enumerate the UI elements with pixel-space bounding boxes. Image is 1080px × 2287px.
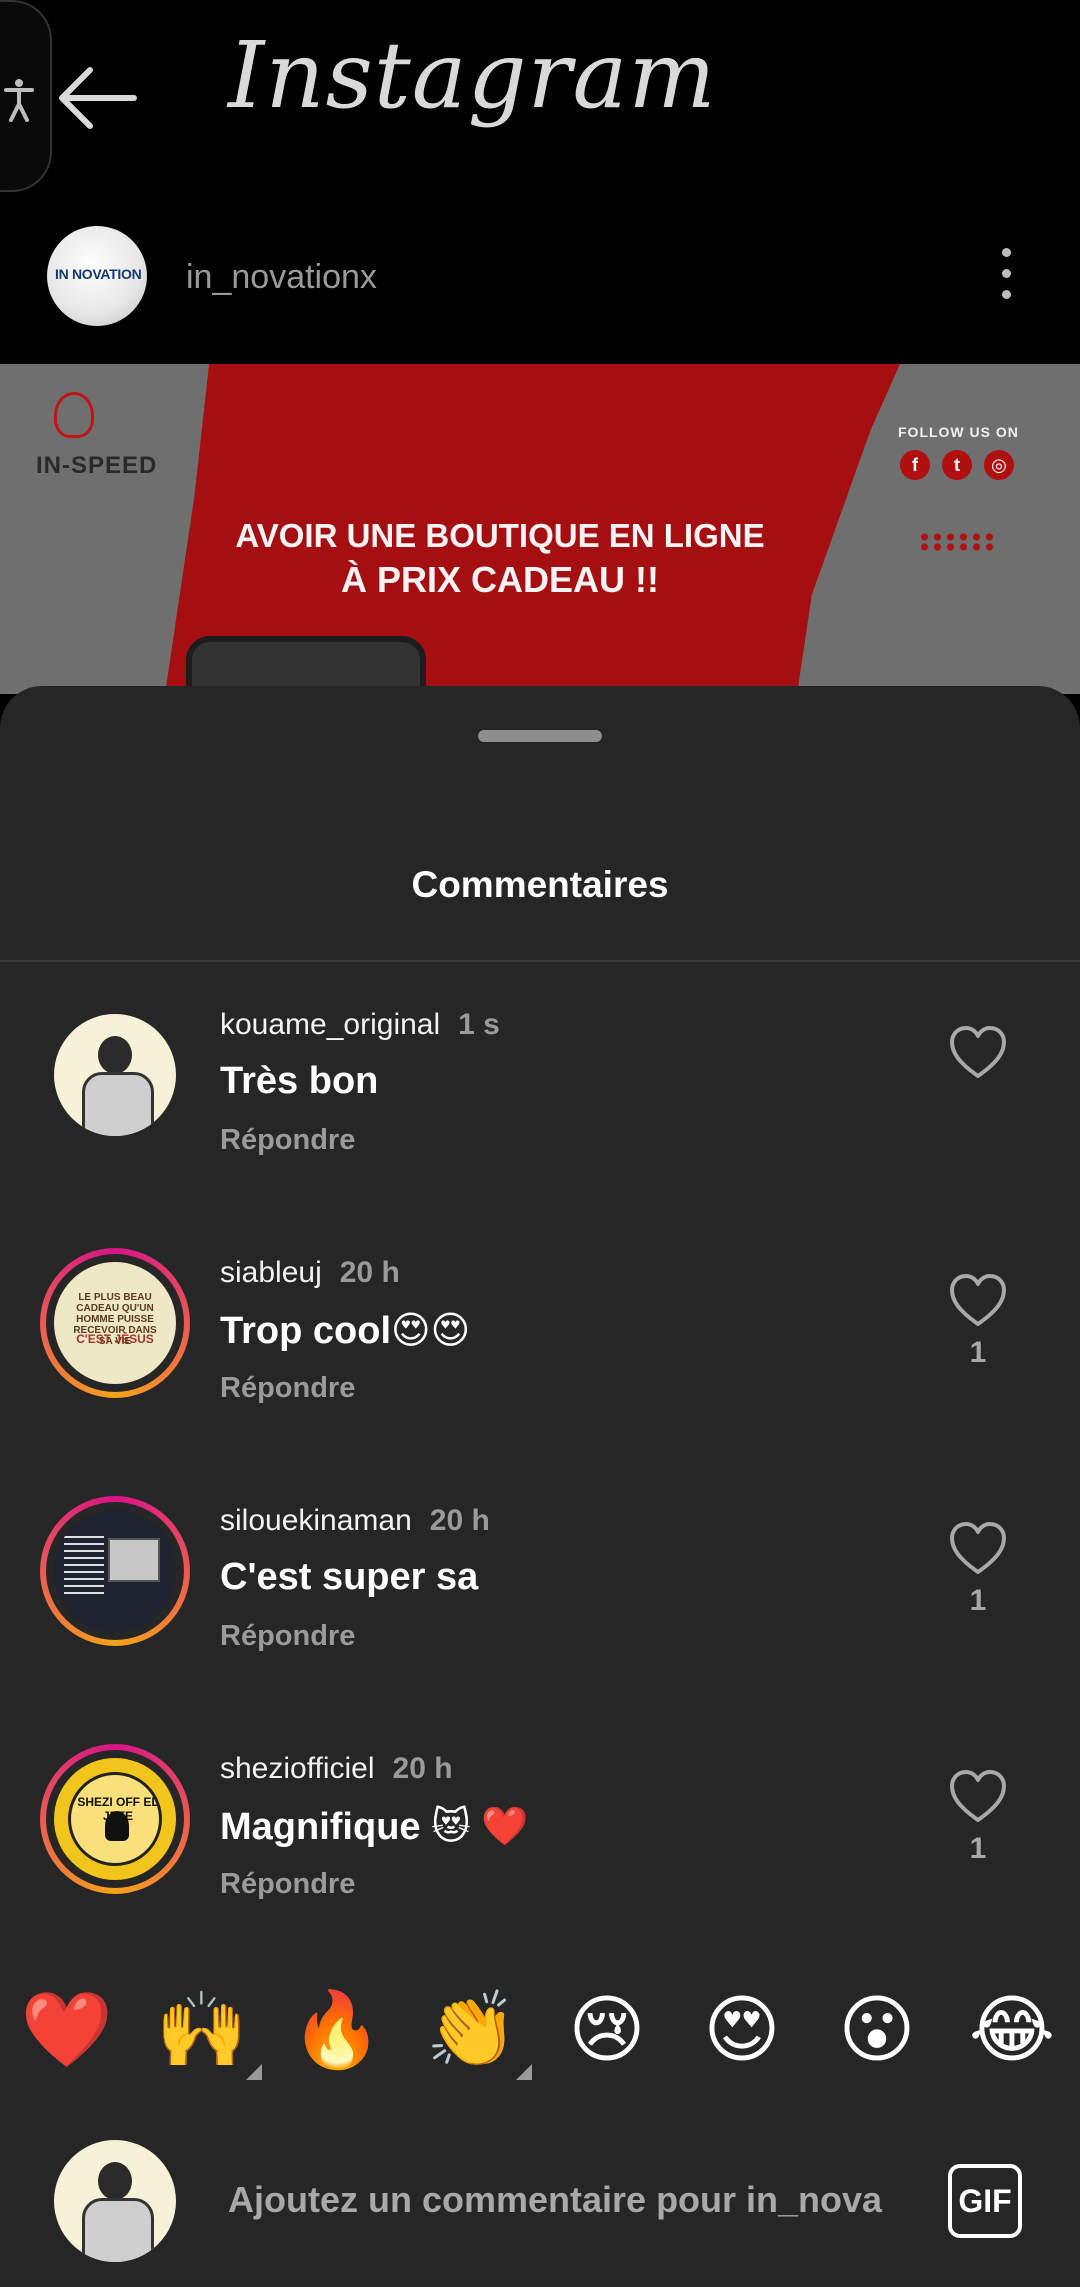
story-ring[interactable]: SHEZI OFF EL JEFE bbox=[40, 1744, 190, 1894]
reply-button[interactable]: Répondre bbox=[220, 1372, 355, 1405]
like-count: 1 bbox=[969, 1336, 987, 1369]
emoji-crying[interactable]: 😢 bbox=[557, 1980, 657, 2080]
more-options-button[interactable] bbox=[988, 248, 1024, 308]
comment-meta: silouekinaman 20 h bbox=[220, 1504, 490, 1538]
like-count: 1 bbox=[969, 1832, 987, 1865]
comment-time: 20 h bbox=[392, 1752, 453, 1785]
author-avatar[interactable]: IN NOVATION bbox=[47, 226, 147, 326]
comment-time: 20 h bbox=[339, 1256, 400, 1289]
story-ring[interactable] bbox=[40, 1496, 190, 1646]
post-headline: AVOIR UNE BOUTIQUE EN LIGNE À PRIX CADEA… bbox=[235, 517, 765, 600]
like-count: 1 bbox=[969, 1584, 987, 1617]
heart-icon[interactable] bbox=[948, 1024, 1008, 1080]
post-image: IN-SPEED FOLLOW US ON f t ◎ AVOIR UNE BO… bbox=[0, 364, 1080, 694]
comment-meta: sheziofficiel 20 h bbox=[220, 1752, 453, 1786]
commenter-avatar[interactable] bbox=[54, 1014, 176, 1136]
heart-icon[interactable] bbox=[948, 1768, 1008, 1824]
facebook-icon: f bbox=[900, 450, 930, 480]
reply-button[interactable]: Répondre bbox=[220, 1124, 355, 1157]
instagram-icon: ◎ bbox=[984, 450, 1014, 480]
comment-username[interactable]: sheziofficiel bbox=[220, 1752, 375, 1785]
gif-button[interactable]: GIF bbox=[948, 2164, 1022, 2238]
app-title: Instagram bbox=[228, 22, 717, 129]
accessibility-button[interactable] bbox=[0, 0, 52, 192]
commenter-avatar: SHEZI OFF EL JEFE bbox=[54, 1758, 176, 1880]
comment-time: 20 h bbox=[429, 1504, 490, 1537]
back-arrow-icon bbox=[59, 67, 137, 129]
comment-text: Trop cool😍😍 bbox=[220, 1310, 471, 1352]
heart-icon[interactable] bbox=[948, 1272, 1008, 1328]
emoji-heart-eyes[interactable]: 😍 bbox=[692, 1980, 792, 2080]
author-username[interactable]: in_novationx bbox=[186, 258, 377, 297]
comment-time: 1 s bbox=[458, 1008, 500, 1041]
comment-text: C'est super sa bbox=[220, 1556, 479, 1598]
divider bbox=[0, 960, 1080, 962]
comment-item: LE PLUS BEAU CADEAU QU'UN HOMME PUISSE R… bbox=[0, 1238, 1080, 1486]
emoji-raising-hands[interactable]: 🙌 bbox=[152, 1980, 252, 2080]
comment-item: SHEZI OFF EL JEFE sheziofficiel 20 h Magn… bbox=[0, 1734, 1080, 1982]
follow-us-label: FOLLOW US ON bbox=[898, 424, 1019, 440]
my-avatar bbox=[54, 2140, 176, 2262]
comment-username[interactable]: siableuj bbox=[220, 1256, 322, 1289]
reply-button[interactable]: Répondre bbox=[220, 1868, 355, 1901]
post-author-row: IN NOVATION in_novationx bbox=[0, 220, 1080, 345]
quick-emoji-bar: ❤️ 🙌 🔥 👏 😢 😍 😮 😂 bbox=[0, 1980, 1080, 2080]
comment-meta: siableuj 20 h bbox=[220, 1256, 400, 1290]
comment-username[interactable]: kouame_original bbox=[220, 1008, 440, 1041]
emoji-heart[interactable]: ❤️ bbox=[17, 1980, 117, 2080]
comment-text: Très bon bbox=[220, 1060, 379, 1102]
commenter-avatar: LE PLUS BEAU CADEAU QU'UN HOMME PUISSE R… bbox=[54, 1262, 176, 1384]
decorative-dots bbox=[918, 532, 998, 552]
heart-icon[interactable] bbox=[948, 1520, 1008, 1576]
comment-text: Magnifique 😻 ❤️ bbox=[220, 1806, 529, 1848]
comment-input[interactable] bbox=[226, 2166, 910, 2234]
reply-button[interactable]: Répondre bbox=[220, 1620, 355, 1653]
emoji-surprised[interactable]: 😮 bbox=[827, 1980, 927, 2080]
commenter-avatar bbox=[54, 1510, 176, 1632]
drag-handle[interactable] bbox=[478, 730, 602, 742]
skin-tone-indicator bbox=[516, 2064, 532, 2080]
comment-item: silouekinaman 20 h C'est super sa Répondr… bbox=[0, 1486, 1080, 1734]
comment-item: kouame_original 1 s Très bon Répondre bbox=[0, 990, 1080, 1238]
author-avatar-logo: IN NOVATION bbox=[55, 266, 142, 282]
twitter-icon: t bbox=[942, 450, 972, 480]
skin-tone-indicator bbox=[246, 2064, 262, 2080]
lightbulb-icon bbox=[54, 392, 94, 438]
comment-meta: kouame_original 1 s bbox=[220, 1008, 500, 1042]
story-ring[interactable]: LE PLUS BEAU CADEAU QU'UN HOMME PUISSE R… bbox=[40, 1248, 190, 1398]
emoji-fire[interactable]: 🔥 bbox=[287, 1980, 387, 2080]
emoji-clapping[interactable]: 👏 bbox=[422, 1980, 522, 2080]
emoji-laughing[interactable]: 😂 bbox=[962, 1980, 1062, 2080]
comment-username[interactable]: silouekinaman bbox=[220, 1504, 412, 1537]
sheet-title: Commentaires bbox=[411, 864, 669, 905]
brand-logo: IN-SPEED bbox=[36, 392, 216, 492]
comment-composer: GIF bbox=[0, 2136, 1080, 2287]
back-button[interactable] bbox=[54, 62, 138, 134]
accessibility-icon bbox=[4, 79, 34, 122]
